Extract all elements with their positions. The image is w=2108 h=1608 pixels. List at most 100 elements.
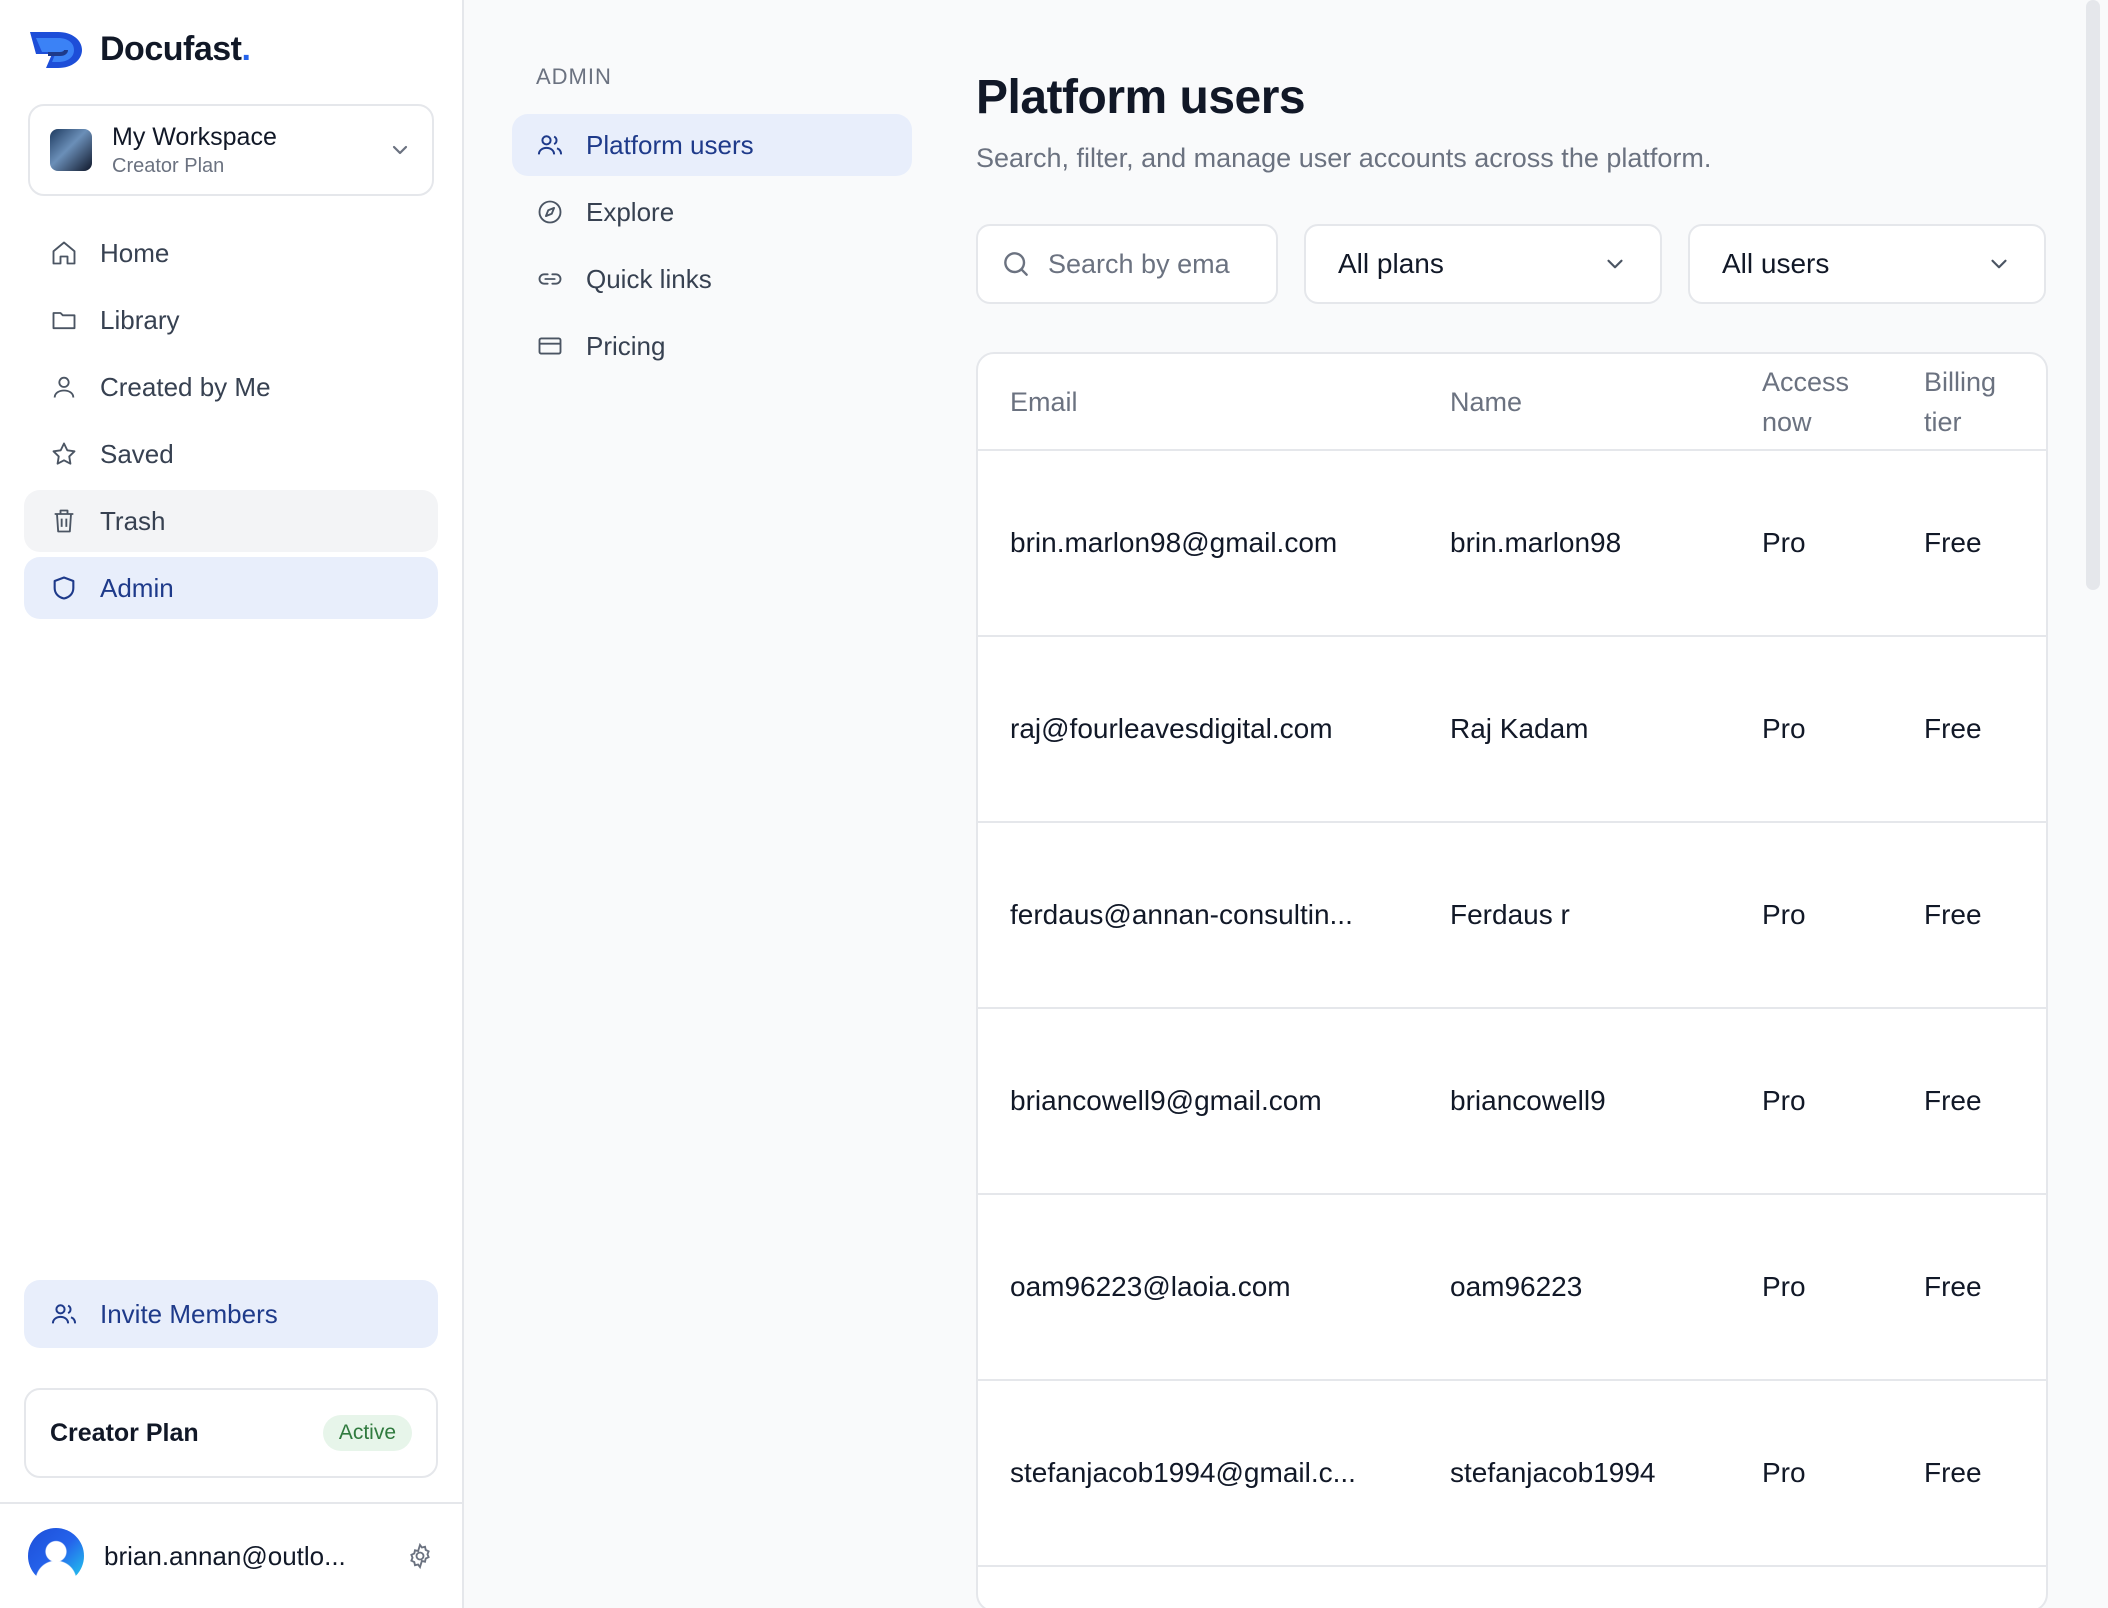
nav-item-trash[interactable]: Trash (24, 490, 438, 552)
nav-label: Home (100, 237, 170, 268)
column-header-access-line2: now (1762, 406, 1812, 437)
cell-tier: Free (1892, 1194, 2046, 1381)
cell-name: briancowell9 (1418, 1008, 1730, 1195)
users-table: Email Name Access now Billing tier brin.ma… (978, 354, 2046, 1567)
cell-email: briancowell9@gmail.com (978, 1008, 1418, 1195)
cell-access: Pro (1730, 1380, 1892, 1567)
cell-name: Raj Kadam (1418, 636, 1730, 823)
subnav-item-platform-users[interactable]: Platform users (512, 114, 912, 176)
subnav-item-pricing[interactable]: Pricing (512, 315, 912, 377)
table-row[interactable]: briancowell9@gmail.com briancowell9 Pro … (978, 1008, 2046, 1195)
cell-email: stefanjacob1994@gmail.c... (978, 1380, 1418, 1567)
column-header-email[interactable]: Email (978, 354, 1418, 451)
subnav-item-explore[interactable]: Explore (512, 181, 912, 243)
cell-access: Pro (1730, 822, 1892, 1009)
subnav-label: Quick links (586, 263, 712, 294)
subnav-label: Explore (586, 196, 675, 227)
subnav-item-quick-links[interactable]: Quick links (512, 248, 912, 310)
nav-label: Saved (100, 438, 174, 469)
cell-access: Pro (1730, 1008, 1892, 1195)
cell-tier: Free (1892, 636, 2046, 823)
table-row[interactable]: oam96223@laoia.com oam96223 Pro Free (978, 1194, 2046, 1381)
nav-label: Trash (100, 505, 166, 536)
trash-icon (54, 509, 74, 533)
page-subtitle: Search, filter, and manage user accounts… (976, 143, 1712, 173)
user-filter-select[interactable]: All users (1688, 224, 2046, 304)
plan-filter-value: All plans (1338, 248, 1444, 279)
subnav-label: Pricing (586, 330, 666, 361)
plan-card[interactable]: Creator Plan Active (24, 1388, 438, 1478)
compass-icon (538, 200, 562, 224)
cell-email: brin.marlon98@gmail.com (978, 450, 1418, 637)
page-scrollbar[interactable] (2086, 0, 2100, 590)
admin-subnav: ADMIN Platform users Explore Quick links… (512, 64, 912, 382)
link-icon (538, 273, 562, 285)
column-header-access-line1: Access (1762, 366, 1850, 397)
main-nav: Home Library Created by Me Saved Trash A… (24, 222, 438, 624)
subnav-title: ADMIN (536, 64, 612, 89)
nav-item-saved[interactable]: Saved (24, 423, 438, 485)
column-header-name[interactable]: Name (1418, 354, 1730, 451)
gear-icon[interactable] (406, 1542, 434, 1570)
credit-card-icon (538, 337, 562, 355)
user-email: brian.annan@outlo... (104, 1540, 346, 1571)
chevron-down-icon (1607, 259, 1623, 269)
cell-tier: Free (1892, 822, 2046, 1009)
search-box[interactable] (976, 224, 1278, 304)
folder-icon (52, 312, 76, 330)
user-filter-value: All users (1722, 248, 1830, 279)
nav-item-admin[interactable]: Admin (24, 557, 438, 619)
column-header-tier-line2: tier (1924, 406, 1962, 437)
nav-item-created-by-me[interactable]: Created by Me (24, 356, 438, 418)
sidebar: Docufast. My Workspace Creator Plan Home… (0, 0, 464, 1608)
cell-tier: Free (1892, 450, 2046, 637)
cell-name: oam96223 (1418, 1194, 1730, 1381)
user-profile[interactable]: brian.annan@outlo... (0, 1502, 462, 1608)
cell-access: Pro (1730, 636, 1892, 823)
column-header-access-now[interactable]: Access now (1730, 354, 1892, 451)
main-content: Platform users Search, filter, and manag… (976, 70, 2048, 1608)
column-header-tier-line1: Billing (1924, 366, 1997, 397)
cell-name: stefanjacob1994 (1418, 1380, 1730, 1567)
users-table-card: Email Name Access now Billing tier brin.ma… (976, 352, 2048, 1608)
nav-label: Created by Me (100, 371, 271, 402)
cell-name: brin.marlon98 (1418, 450, 1730, 637)
table-row[interactable]: brin.marlon98@gmail.com brin.marlon98 Pr… (978, 450, 2046, 637)
plan-filter-select[interactable]: All plans (1304, 224, 1662, 304)
user-icon (53, 376, 75, 398)
workspace-plan: Creator Plan (112, 154, 225, 177)
users-icon (537, 135, 563, 155)
search-icon (1004, 252, 1028, 276)
nav-label: Library (100, 304, 180, 335)
brand[interactable]: Docufast. (28, 28, 251, 70)
cell-email: oam96223@laoia.com (978, 1194, 1418, 1381)
docufast-logo-icon (30, 32, 82, 68)
chevron-down-icon (392, 145, 408, 155)
cell-name: Ferdaus r (1418, 822, 1730, 1009)
cell-email: ferdaus@annan-consultin... (978, 822, 1418, 1009)
workspace-switcher[interactable]: My Workspace Creator Plan (28, 104, 434, 196)
table-row[interactable]: stefanjacob1994@gmail.c... stefanjacob19… (978, 1380, 2046, 1567)
avatar (28, 1528, 84, 1584)
invite-members-button[interactable]: Invite Members (24, 1280, 438, 1348)
chevron-down-icon (1991, 259, 2007, 269)
filter-bar: All plans All users (976, 224, 2048, 304)
nav-item-library[interactable]: Library (24, 289, 438, 351)
status-badge: Active (322, 1415, 412, 1451)
page-title: Platform users (976, 71, 1306, 124)
invite-members-label: Invite Members (100, 1298, 278, 1329)
cell-access: Pro (1730, 1194, 1892, 1381)
table-row[interactable]: ferdaus@annan-consultin... Ferdaus r Pro… (978, 822, 2046, 1009)
cell-tier: Free (1892, 1008, 2046, 1195)
home-icon (52, 241, 76, 265)
star-icon (52, 442, 76, 465)
brand-name: Docufast (100, 29, 242, 68)
plan-name: Creator Plan (50, 1418, 199, 1447)
table-row[interactable]: raj@fourleavesdigital.com Raj Kadam Pro … (978, 636, 2046, 823)
cell-access: Pro (1730, 450, 1892, 637)
nav-item-home[interactable]: Home (24, 222, 438, 284)
search-input[interactable] (1048, 248, 1258, 280)
shield-icon (53, 576, 75, 600)
users-icon (51, 1304, 77, 1324)
column-header-billing-tier[interactable]: Billing tier (1892, 354, 2046, 451)
